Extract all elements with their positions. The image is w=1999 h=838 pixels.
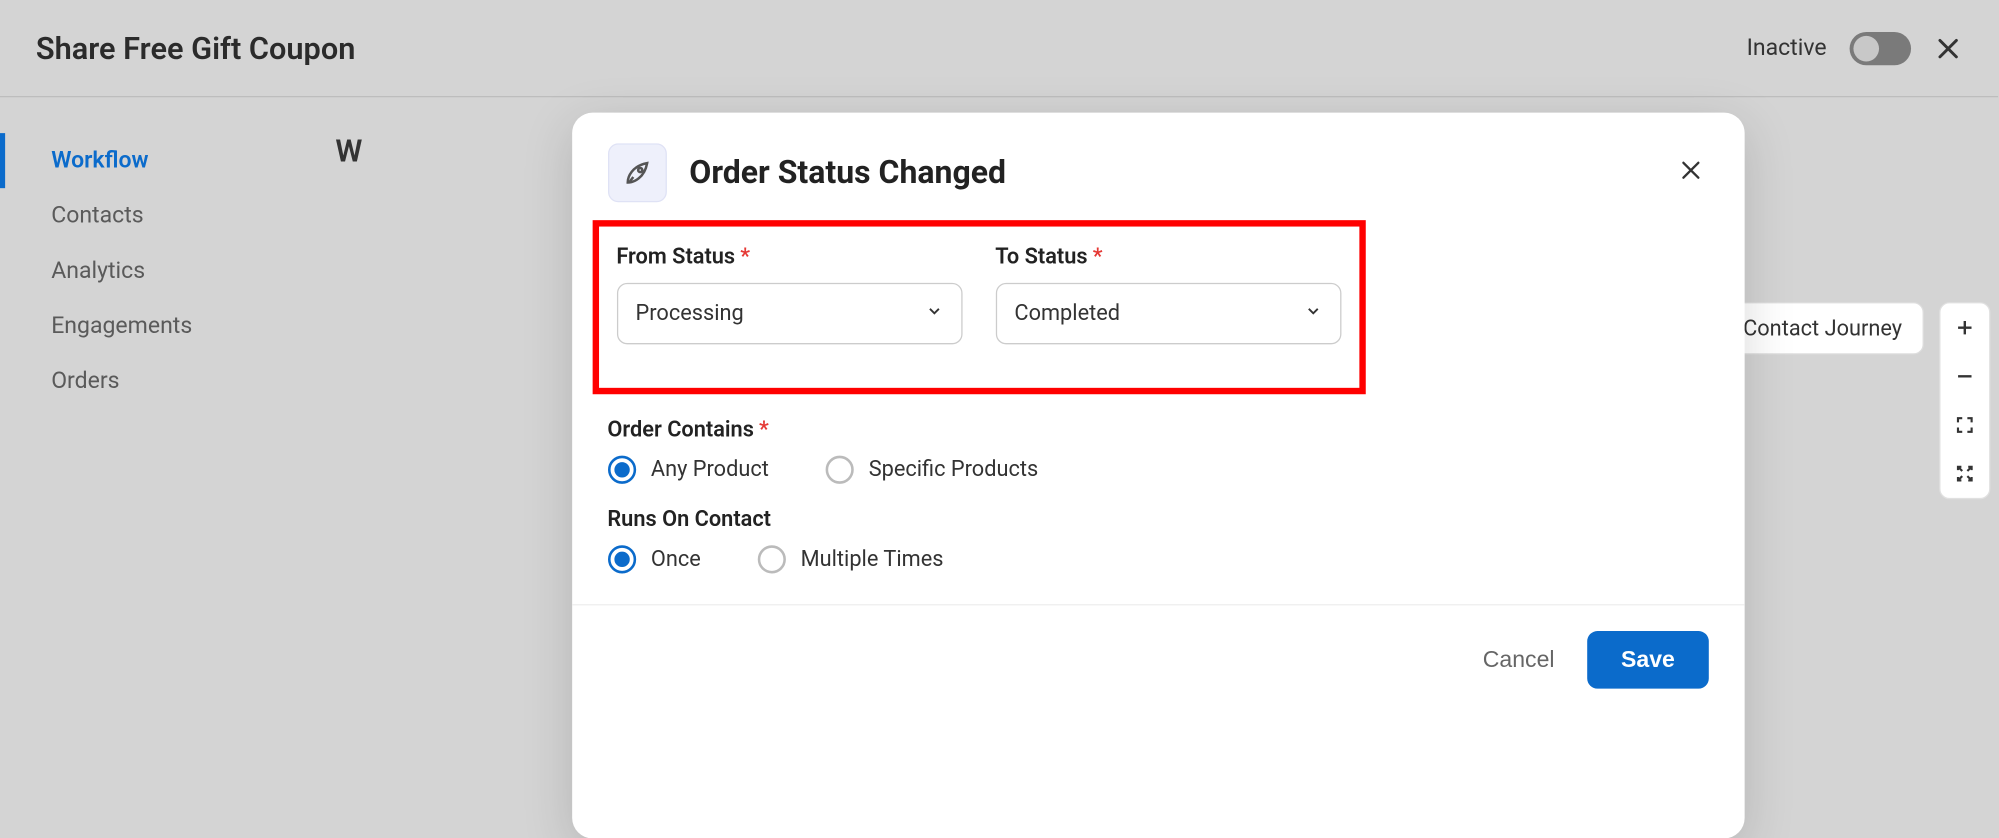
order-contains-label-text: Order Contains [607, 417, 754, 443]
page-header: Share Free Gift Coupon Inactive [0, 0, 1998, 97]
to-status-value: Completed [1014, 301, 1120, 327]
modal-footer: Cancel Save [572, 604, 1744, 719]
from-status-select[interactable]: Processing [616, 283, 962, 344]
radio-multiple-times[interactable]: Multiple Times [757, 545, 943, 573]
workflow-canvas: W View Contact Journey [317, 97, 1998, 838]
active-toggle[interactable] [1850, 31, 1911, 64]
to-status-field: To Status* Completed [995, 244, 1341, 344]
from-status-label: From Status* [616, 244, 962, 270]
modal-overlay: Order Status Changed From Status* [317, 97, 1998, 838]
fit-screen-button[interactable] [1940, 401, 1989, 450]
sidebar: Workflow Contacts Analytics Engagements … [0, 97, 317, 838]
from-status-label-text: From Status [616, 244, 735, 270]
page-title: Share Free Gift Coupon [36, 30, 356, 66]
status-label: Inactive [1747, 35, 1827, 62]
radio-specific-products[interactable]: Specific Products [825, 456, 1038, 484]
status-fields-highlight: From Status* Processing [592, 220, 1365, 394]
modal-close-icon[interactable] [1672, 152, 1708, 193]
radio-icon [607, 456, 635, 484]
to-status-label-text: To Status [995, 244, 1087, 270]
page-body: Workflow Contacts Analytics Engagements … [0, 97, 1998, 838]
radio-icon [825, 456, 853, 484]
modal-body: From Status* Processing [572, 215, 1744, 604]
from-status-value: Processing [636, 301, 744, 327]
chevron-down-icon [925, 301, 943, 327]
required-asterisk: * [1093, 244, 1103, 270]
required-asterisk: * [740, 244, 750, 270]
runs-on-contact-label: Runs On Contact [607, 507, 1708, 533]
sidebar-item-orders[interactable]: Orders [0, 353, 317, 408]
header-controls: Inactive [1747, 31, 1963, 64]
required-asterisk: * [759, 417, 769, 443]
radio-label: Multiple Times [801, 547, 944, 573]
order-contains-section: Order Contains* Any Product Specific Pro… [607, 417, 1708, 484]
radio-once[interactable]: Once [607, 545, 700, 573]
to-status-select[interactable]: Completed [995, 283, 1341, 344]
zoom-in-button[interactable] [1940, 303, 1989, 352]
fullscreen-button[interactable] [1940, 449, 1989, 498]
radio-any-product[interactable]: Any Product [607, 456, 769, 484]
to-status-label: To Status* [995, 244, 1341, 270]
radio-label: Specific Products [869, 457, 1039, 483]
sidebar-item-contacts[interactable]: Contacts [0, 188, 317, 243]
canvas-heading-partial: W [335, 133, 362, 169]
order-contains-options: Any Product Specific Products [607, 456, 1708, 484]
close-icon[interactable] [1934, 34, 1962, 62]
sidebar-item-engagements[interactable]: Engagements [0, 298, 317, 353]
modal-title: Order Status Changed [689, 154, 1649, 191]
zoom-controls [1939, 302, 1990, 499]
order-contains-label: Order Contains* [607, 417, 1708, 443]
modal-header: Order Status Changed [572, 113, 1744, 215]
rocket-icon [607, 143, 666, 202]
radio-icon [757, 545, 785, 573]
from-status-field: From Status* Processing [616, 244, 962, 344]
save-button[interactable]: Save [1588, 631, 1708, 689]
radio-label: Any Product [651, 457, 769, 483]
zoom-out-button[interactable] [1940, 352, 1989, 401]
runs-on-contact-section: Runs On Contact Once Multiple Times [607, 507, 1708, 574]
sidebar-item-workflow[interactable]: Workflow [0, 133, 317, 188]
runs-on-contact-options: Once Multiple Times [607, 545, 1708, 573]
order-status-modal: Order Status Changed From Status* [572, 113, 1744, 838]
chevron-down-icon [1304, 301, 1322, 327]
radio-icon [607, 545, 635, 573]
cancel-button[interactable]: Cancel [1483, 646, 1555, 673]
sidebar-item-analytics[interactable]: Analytics [0, 243, 317, 298]
radio-label: Once [651, 547, 701, 573]
